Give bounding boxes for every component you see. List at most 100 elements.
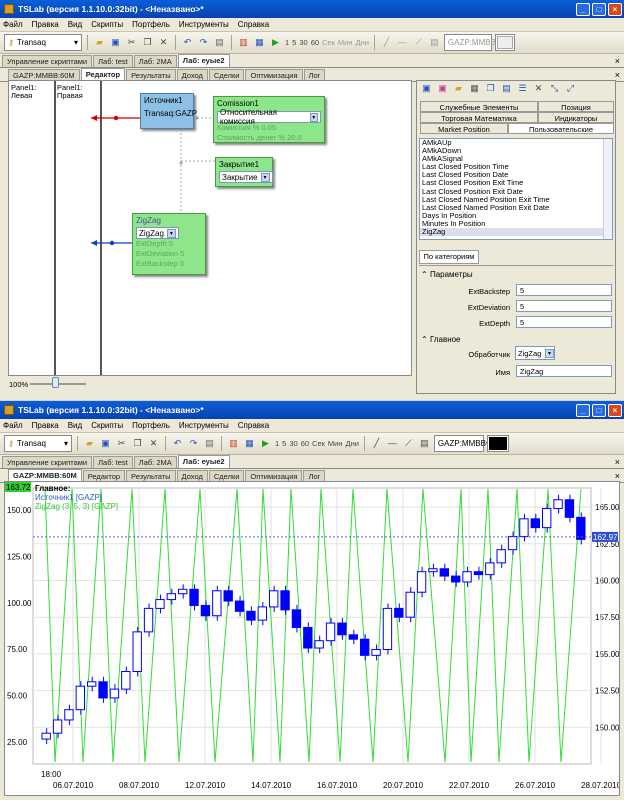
chart-area[interactable]: 165.00 162.50 160.00 157.50 155.00 152.50 150.… [4,481,620,796]
close-node[interactable]: Закрытие1 Закрытие ▾ [215,157,273,187]
color-picker[interactable] [486,435,509,452]
tab-position[interactable]: Позиция [538,101,614,112]
redo-icon[interactable]: ↷ [197,36,210,49]
close-select[interactable]: Закрытие ▾ [219,171,273,183]
interval-sec[interactable]: Сек [322,38,335,47]
tab-lab-2ma[interactable]: Лаб: 2MA [133,456,177,468]
undo-icon[interactable]: ↶ [181,36,194,49]
editor-canvas[interactable]: Panel1: Левая Panel1: Правая Источник1 Tra… [8,80,412,376]
clipboard-icon[interactable]: ▤ [213,36,226,49]
interval-30[interactable]: 30 [299,38,307,47]
tab-lab-test[interactable]: Лаб: test [93,456,133,468]
interval-min[interactable]: Мин [328,439,343,448]
interval-5[interactable]: 5 [292,38,296,47]
open-icon[interactable]: ▰ [83,437,96,450]
color-picker[interactable] [494,34,515,51]
provider-select[interactable]: ⚷ Transaq ▾ [4,435,72,452]
instrument-select[interactable]: GAZP:MMBB [443,34,496,51]
chart-icon[interactable]: ▥ [227,437,240,450]
tab-by-category[interactable]: По категориям [419,250,479,264]
tab-service-elements[interactable]: Служебные Элементы [420,101,538,112]
grid-icon[interactable]: ▦ [468,82,481,95]
save-as-icon[interactable]: ▣ [436,82,449,95]
hline-icon[interactable]: — [386,437,399,450]
tab-indicators[interactable]: Индикаторы [538,112,614,123]
interval-min[interactable]: Мин [338,38,353,47]
menu-help[interactable]: Справка [238,20,269,29]
element-list[interactable]: AMkAUp AMkADown AMkASignal Last Closed P… [419,138,613,240]
main-header[interactable]: ⌃ Главное [421,335,461,344]
commission-node[interactable]: Comission1 Относительная комиссия ▾ Комис… [213,96,325,143]
handler-select[interactable]: ZigZag ▾ [515,346,555,360]
copy-icon[interactable]: ❐ [141,36,154,49]
menu-scripts[interactable]: Скрипты [91,421,123,430]
tab-lab-test[interactable]: Лаб: test [93,55,133,67]
interval-days[interactable]: Дни [356,38,369,47]
menu-view[interactable]: Вид [68,20,82,29]
menu-edit[interactable]: Правка [32,421,59,430]
ray-icon[interactable]: ⟋ [402,437,415,450]
tab-market-position[interactable]: Market Position [420,123,508,134]
minimize-button[interactable]: _ [576,2,590,16]
clipboard-icon[interactable]: ▤ [203,437,216,450]
run-icon[interactable]: ▶ [259,437,272,450]
chart-type-icon[interactable]: ▤ [428,36,441,49]
tab-trade-math[interactable]: Торговая Математика [420,112,538,123]
maximize-button[interactable]: □ [592,403,606,417]
collapse-icon[interactable]: ⤢ [564,82,577,95]
chart-type-icon[interactable]: ▤ [418,437,431,450]
zoom-slider-thumb[interactable] [52,377,59,388]
tab-lab-active[interactable]: Лаб: еуые2 [177,455,230,468]
line-icon[interactable]: ╱ [370,437,383,450]
ray-icon[interactable]: ⟋ [412,36,425,49]
copy-icon[interactable]: ❐ [131,437,144,450]
zigzag-node[interactable]: ZigZag ZigZag ▾ ExtDepth 5 ExtDeviation 5… [132,213,206,275]
chart-icon[interactable]: ▥ [237,36,250,49]
menu-file[interactable]: Файл [3,421,23,430]
delete-icon[interactable]: ✕ [157,36,170,49]
menu-scripts[interactable]: Скрипты [91,20,123,29]
run-icon[interactable]: ▶ [269,36,282,49]
menu-tools[interactable]: Инструменты [179,421,229,430]
menu-portfolio[interactable]: Портфель [132,20,170,29]
interval-1[interactable]: 1 [275,439,279,448]
tab-scripts[interactable]: Управление скриптами [2,456,93,468]
zigzag-select[interactable]: ZigZag ▾ [136,227,179,239]
close-button[interactable]: × [608,2,622,16]
tab-scripts[interactable]: Управление скриптами [2,55,93,67]
interval-1[interactable]: 1 [285,38,289,47]
provider-select[interactable]: ⚷ Transaq ▾ [4,34,82,51]
grid-icon[interactable]: ▦ [243,437,256,450]
tab-lab-active[interactable]: Лаб: еуые2 [177,54,230,67]
menu-help[interactable]: Справка [238,421,269,430]
list-icon[interactable]: ☰ [516,82,529,95]
extdeviation-field[interactable]: 5 [516,300,612,312]
name-field[interactable]: ZigZag [516,365,612,377]
line-icon[interactable]: ╱ [380,36,393,49]
source-node[interactable]: Источник1 Transaq:GAZP [140,93,197,129]
cut-icon[interactable]: ✂ [115,437,128,450]
save-icon[interactable]: ▣ [420,82,433,95]
list-item-selected[interactable]: ZigZag [420,227,612,237]
expand-icon[interactable]: ⤡ [548,82,561,95]
undo-icon[interactable]: ↶ [171,437,184,450]
interval-days[interactable]: Дни [346,439,359,448]
menu-tools[interactable]: Инструменты [179,20,229,29]
redo-icon[interactable]: ↷ [187,437,200,450]
params-header[interactable]: ⌃ Параметры [421,270,473,279]
grid-icon[interactable]: ▦ [253,36,266,49]
instrument-select[interactable]: GAZP:MMBB▾ [433,435,490,452]
maximize-button[interactable]: □ [592,2,606,16]
open-icon[interactable]: ▰ [93,36,106,49]
interval-60[interactable]: 60 [301,439,309,448]
delete-icon[interactable]: ✕ [147,437,160,450]
delete-icon[interactable]: ✕ [532,82,545,95]
hline-icon[interactable]: — [396,36,409,49]
open-icon[interactable]: ▰ [452,82,465,95]
tab-custom[interactable]: Пользовательские [508,123,614,134]
minimize-button[interactable]: _ [576,403,590,417]
commission-select[interactable]: Относительная комиссия ▾ [217,108,321,126]
list-item[interactable]: Minutes In Position [420,219,612,228]
copy-icon[interactable]: ❐ [484,82,497,95]
close-tab-icon[interactable]: × [615,55,620,67]
